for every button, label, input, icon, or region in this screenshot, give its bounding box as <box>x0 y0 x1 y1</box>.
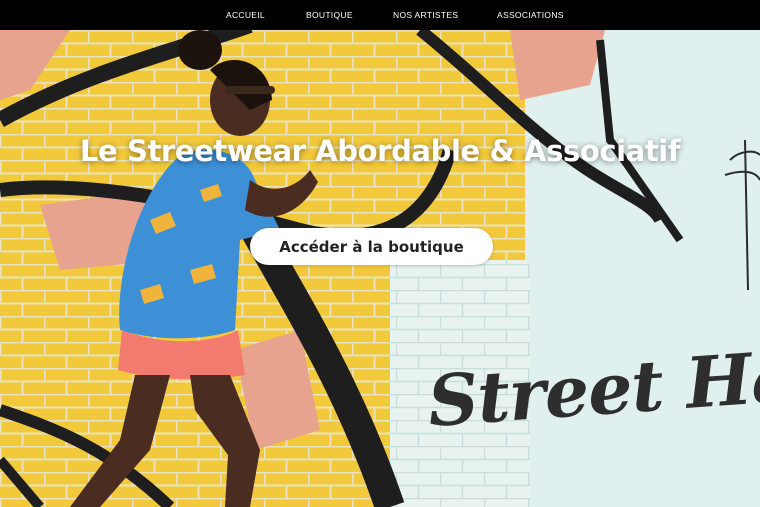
hero-title: Le Streetwear Abordable & Associatif <box>79 134 681 168</box>
nav-link-associations[interactable]: ASSOCIATIONS <box>497 10 564 20</box>
shop-access-button[interactable]: Accéder à la boutique <box>250 228 493 265</box>
hero-background-image <box>0 30 760 507</box>
top-navigation: ACCUEIL BOUTIQUE NOS ARTISTES ASSOCIATIO… <box>0 0 760 30</box>
nav-link-nos-artistes[interactable]: NOS ARTISTES <box>393 10 458 20</box>
nav-link-boutique[interactable]: BOUTIQUE <box>306 10 353 20</box>
nav-link-accueil[interactable]: ACCUEIL <box>226 10 265 20</box>
hero-banner: Le Streetwear Abordable & Associatif Acc… <box>0 30 760 507</box>
